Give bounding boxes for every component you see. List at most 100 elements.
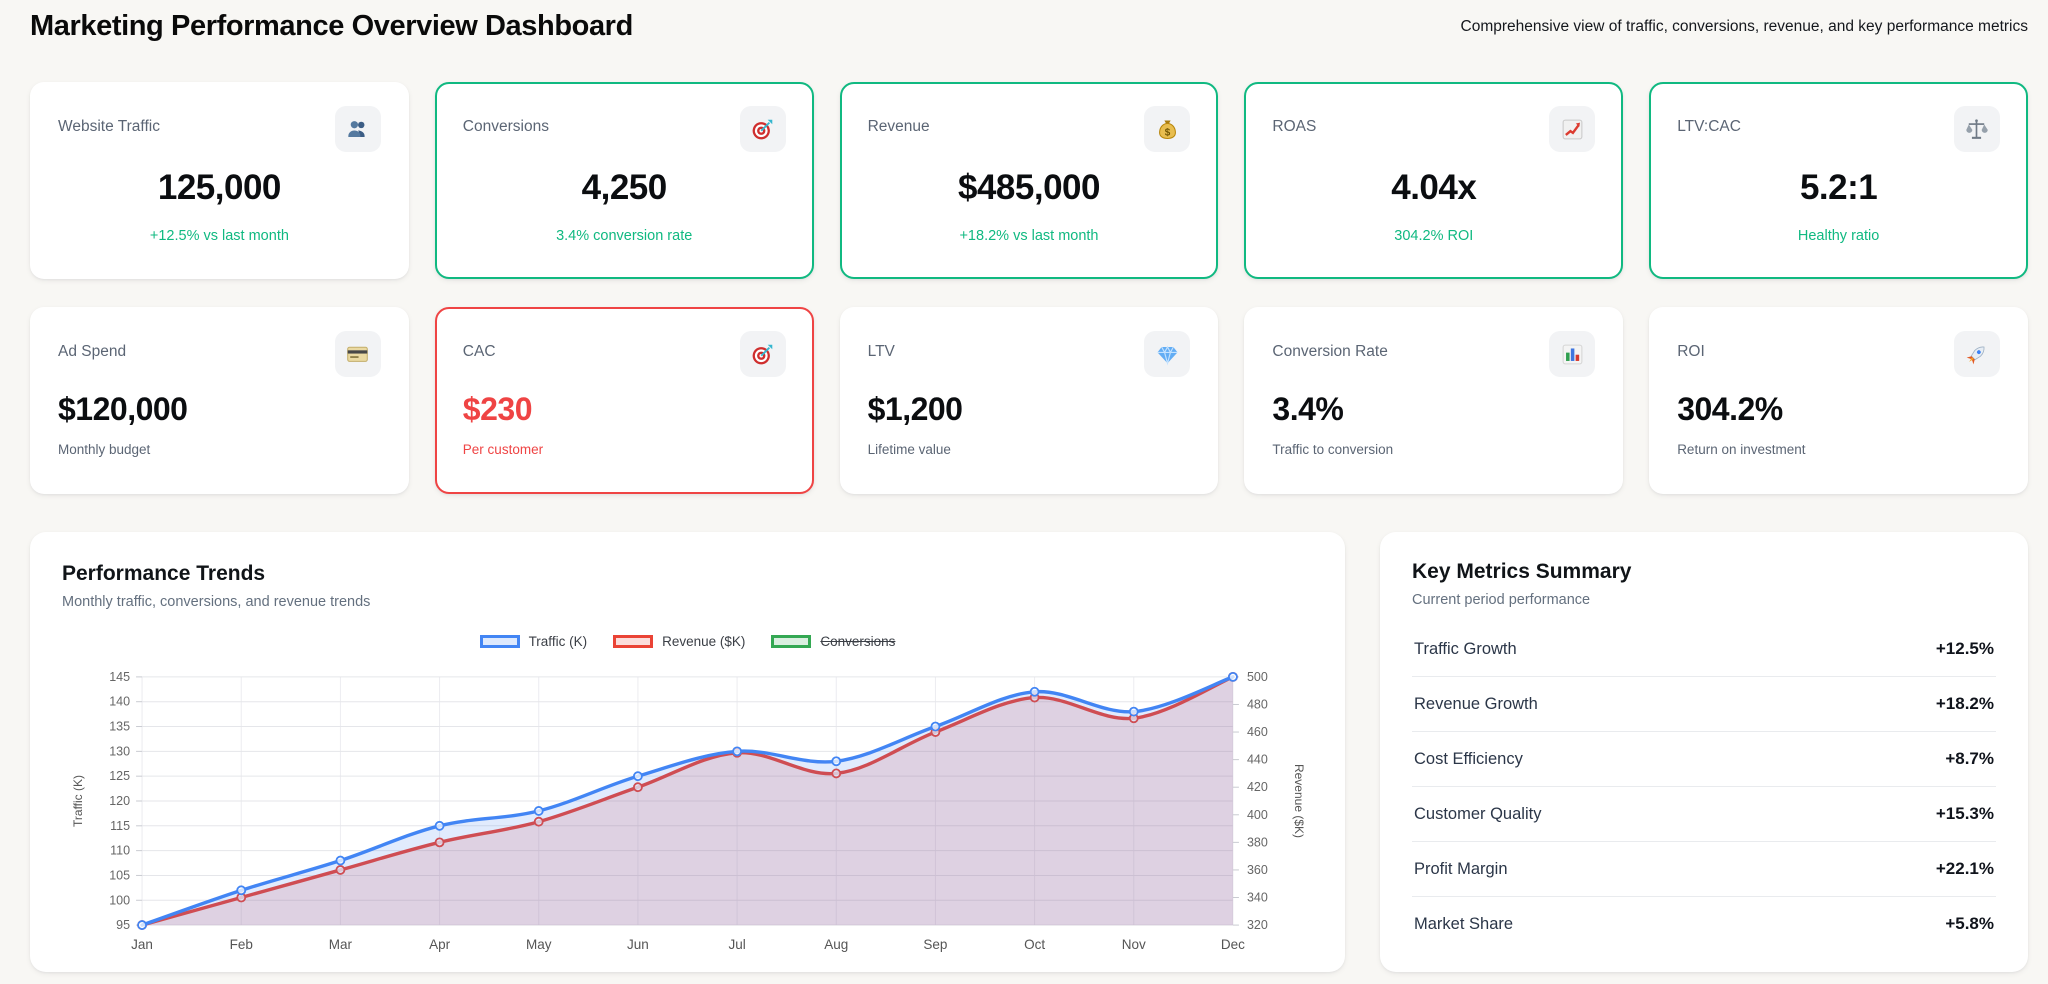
legend-item-conversions[interactable]: Conversions	[771, 634, 895, 649]
svg-text:460: 460	[1247, 725, 1268, 739]
svg-text:Apr: Apr	[429, 937, 451, 952]
kpi-value: 3.4%	[1272, 391, 1595, 428]
kpi-sub: Healthy ratio	[1677, 228, 2000, 244]
svg-text:130: 130	[109, 744, 130, 758]
svg-text:500: 500	[1247, 670, 1268, 684]
svg-text:145: 145	[109, 670, 130, 684]
chart-up-icon	[1549, 106, 1595, 152]
svg-text:Mar: Mar	[329, 937, 353, 952]
money-bag-icon: $	[1144, 106, 1190, 152]
summary-row-customer-quality: Customer Quality +15.3%	[1412, 787, 1996, 842]
page-title: Marketing Performance Overview Dashboard	[30, 10, 633, 43]
kpi-sub: Lifetime value	[868, 442, 1191, 457]
kpi-row-secondary: Ad Spend $120,000 Monthly budget CAC $23…	[30, 307, 2028, 494]
key-metrics-panel: Key Metrics Summary Current period perfo…	[1380, 532, 2028, 972]
kpi-value: 304.2%	[1677, 391, 2000, 428]
performance-trends-chart[interactable]: 9510010511011512012513013514014532034036…	[62, 655, 1313, 973]
legend-swatch-conversions	[771, 635, 811, 648]
svg-text:Dec: Dec	[1221, 937, 1245, 952]
svg-text:400: 400	[1247, 808, 1268, 822]
svg-text:Jun: Jun	[627, 937, 649, 952]
kpi-row-primary: Website Traffic 125,000 +12.5% vs last m…	[30, 82, 2028, 279]
page-subtitle: Comprehensive view of traffic, conversio…	[1461, 18, 2028, 36]
kpi-card-conversion-rate: Conversion Rate 3.4% Traffic to conversi…	[1244, 307, 1623, 494]
summary-row-label: Market Share	[1414, 915, 1513, 934]
kpi-label: ROI	[1677, 331, 1705, 361]
kpi-label: ROAS	[1272, 106, 1316, 136]
users-icon	[335, 106, 381, 152]
header: Marketing Performance Overview Dashboard…	[30, 8, 2028, 60]
kpi-card-ltv-cac: LTV:CAC 5.2:1 Healthy ratio	[1649, 82, 2028, 279]
kpi-sub: 304.2% ROI	[1272, 228, 1595, 244]
kpi-label: Conversions	[463, 106, 549, 136]
kpi-label: LTV:CAC	[1677, 106, 1741, 136]
kpi-sub: Per customer	[463, 442, 786, 457]
svg-text:Aug: Aug	[824, 937, 848, 952]
summary-row-label: Traffic Growth	[1414, 640, 1517, 659]
summary-row-label: Customer Quality	[1414, 805, 1541, 824]
legend-label-revenue-k: Revenue ($K)	[662, 634, 745, 649]
kpi-card-revenue: Revenue $ $485,000 +18.2% vs last month	[840, 82, 1219, 279]
chart-title: Performance Trends	[62, 562, 1313, 586]
kpi-sub: Return on investment	[1677, 442, 2000, 457]
svg-text:105: 105	[109, 868, 130, 882]
svg-text:440: 440	[1247, 753, 1268, 767]
summary-row-value: +15.3%	[1936, 804, 1994, 824]
credit-card-icon	[335, 331, 381, 377]
svg-text:480: 480	[1247, 697, 1268, 711]
summary-row-label: Profit Margin	[1414, 860, 1508, 879]
svg-text:$: $	[1165, 127, 1171, 138]
kpi-card-roi: ROI 304.2% Return on investment	[1649, 307, 2028, 494]
kpi-sub: Traffic to conversion	[1272, 442, 1595, 457]
svg-text:380: 380	[1247, 835, 1268, 849]
rocket-icon	[1954, 331, 2000, 377]
svg-text:Jan: Jan	[131, 937, 153, 952]
kpi-card-ad-spend: Ad Spend $120,000 Monthly budget	[30, 307, 409, 494]
kpi-card-roas: ROAS 4.04x 304.2% ROI	[1244, 82, 1623, 279]
kpi-value: 4.04x	[1272, 168, 1595, 208]
svg-text:100: 100	[109, 893, 130, 907]
kpi-sub: Monthly budget	[58, 442, 381, 457]
chart-legend: Traffic (K) Revenue ($K) Conversions	[62, 634, 1313, 649]
bottom-section: Performance Trends Monthly traffic, conv…	[30, 532, 2028, 972]
kpi-value: $485,000	[868, 168, 1191, 208]
summary-row-value: +5.8%	[1945, 914, 1994, 934]
kpi-card-website-traffic: Website Traffic 125,000 +12.5% vs last m…	[30, 82, 409, 279]
kpi-card-conversions: Conversions 4,250 3.4% conversion rate	[435, 82, 814, 279]
kpi-label: LTV	[868, 331, 895, 361]
summary-row-market-share: Market Share +5.8%	[1412, 897, 1996, 951]
kpi-label: Ad Spend	[58, 331, 126, 361]
svg-text:420: 420	[1247, 780, 1268, 794]
summary-row-value: +22.1%	[1936, 859, 1994, 879]
kpi-label: CAC	[463, 331, 496, 361]
kpi-label: Conversion Rate	[1272, 331, 1387, 361]
kpi-value: $1,200	[868, 391, 1191, 428]
summary-rows: Traffic Growth +12.5% Revenue Growth +18…	[1412, 622, 1996, 951]
kpi-value: 5.2:1	[1677, 168, 2000, 208]
kpi-value: $120,000	[58, 391, 381, 428]
legend-item-revenue-k[interactable]: Revenue ($K)	[613, 634, 745, 649]
summary-row-value: +12.5%	[1936, 639, 1994, 659]
svg-text:135: 135	[109, 720, 130, 734]
kpi-sub: +18.2% vs last month	[868, 228, 1191, 244]
target-icon	[740, 106, 786, 152]
legend-swatch-revenue-k	[613, 635, 653, 648]
summary-subtitle: Current period performance	[1412, 592, 1996, 608]
summary-row-profit-margin: Profit Margin +22.1%	[1412, 842, 1996, 897]
summary-title: Key Metrics Summary	[1412, 560, 1996, 584]
kpi-sub: 3.4% conversion rate	[463, 228, 786, 244]
summary-row-cost-efficiency: Cost Efficiency +8.7%	[1412, 732, 1996, 787]
svg-text:110: 110	[110, 844, 130, 858]
kpi-card-ltv: LTV $1,200 Lifetime value	[840, 307, 1219, 494]
summary-row-traffic-growth: Traffic Growth +12.5%	[1412, 622, 1996, 677]
performance-trends-card: Performance Trends Monthly traffic, conv…	[30, 532, 1345, 972]
legend-item-traffic-k[interactable]: Traffic (K)	[480, 634, 588, 649]
svg-text:Jul: Jul	[728, 937, 745, 952]
kpi-sub: +12.5% vs last month	[58, 228, 381, 244]
gem-icon	[1144, 331, 1190, 377]
kpi-value: $230	[463, 391, 786, 428]
dashboard-page: Marketing Performance Overview Dashboard…	[0, 0, 2048, 984]
svg-text:Oct: Oct	[1024, 937, 1045, 952]
legend-label-traffic-k: Traffic (K)	[529, 634, 588, 649]
kpi-card-cac: CAC $230 Per customer	[435, 307, 814, 494]
